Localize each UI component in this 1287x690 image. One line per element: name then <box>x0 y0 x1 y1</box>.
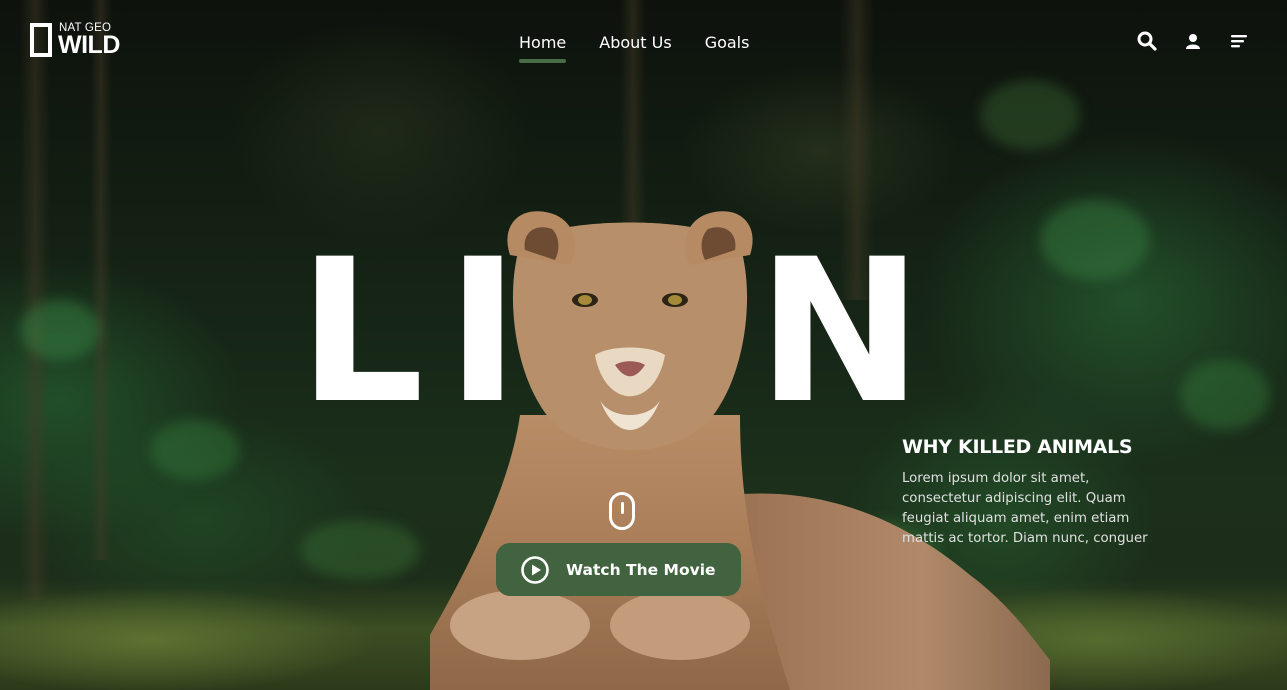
logo-frame <box>30 23 52 57</box>
hero-letter-n: N <box>757 216 923 447</box>
hero-letter-i: I <box>446 216 520 447</box>
header-icons <box>1137 31 1249 51</box>
section-description: Lorem ipsum dolor sit amet, consectetur … <box>902 471 1148 546</box>
menu-icon[interactable] <box>1229 31 1249 51</box>
scroll-mouse-icon[interactable] <box>609 492 635 530</box>
logo-big-text: WILD <box>58 31 120 59</box>
natgeo-wild-logo[interactable]: NAT GEO WILD <box>30 22 130 60</box>
main-nav: Home About Us Goals <box>519 33 782 63</box>
user-icon[interactable] <box>1183 31 1203 51</box>
search-icon[interactable] <box>1137 31 1157 51</box>
watch-movie-button[interactable]: Watch The Movie <box>496 543 741 596</box>
play-icon <box>520 555 550 585</box>
section-heading: WHY KILLED ANIMALS <box>902 436 1133 458</box>
nav-home[interactable]: Home <box>519 33 567 63</box>
hero-letter-l: L <box>298 216 425 447</box>
nav-about-us[interactable]: About Us <box>599 33 671 61</box>
nav-goals[interactable]: Goals <box>705 33 750 61</box>
watch-movie-label: Watch The Movie <box>566 560 716 579</box>
